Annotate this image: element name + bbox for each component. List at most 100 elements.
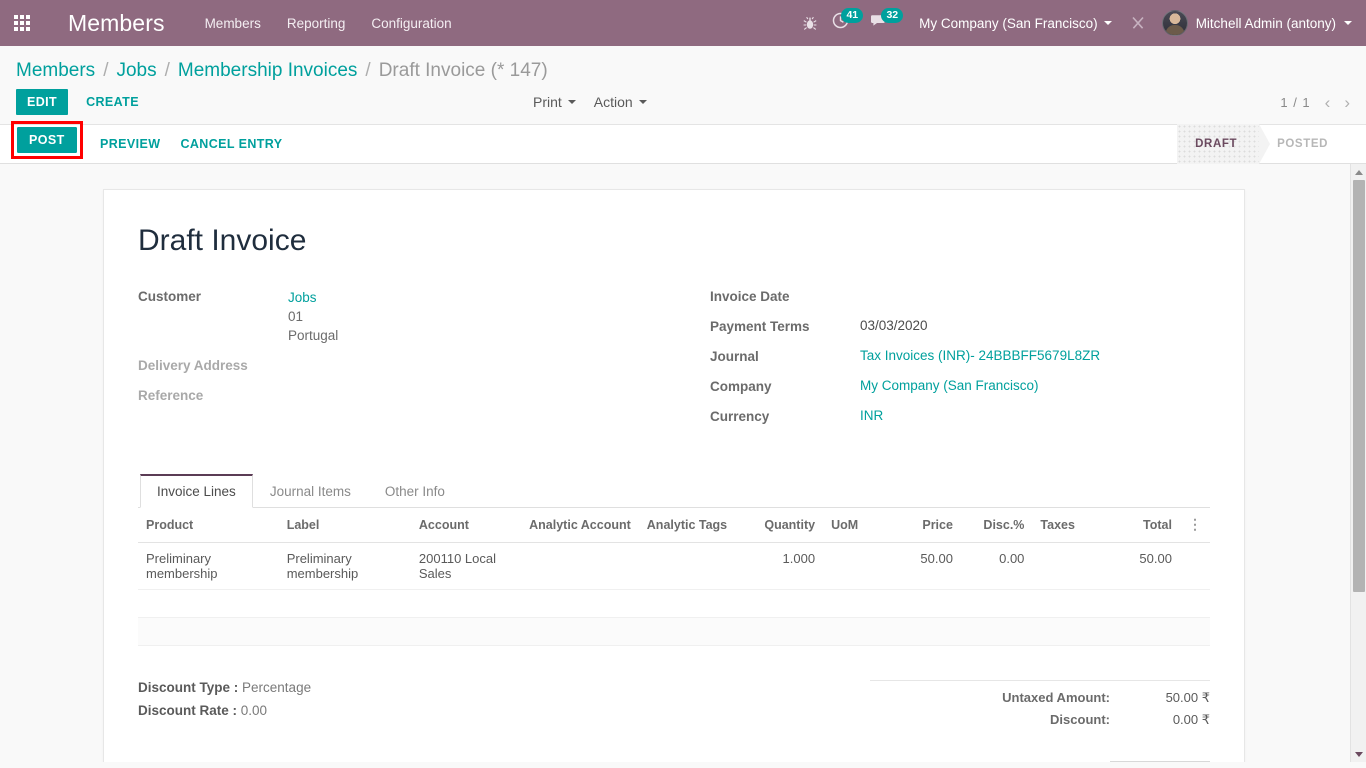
main-content-area: Draft Invoice Customer Jobs 01 Portugal … <box>0 164 1366 762</box>
app-brand-title: Members <box>68 9 165 36</box>
untaxed-amount-value: 50.00 ₹ <box>1165 690 1210 705</box>
cell-discount[interactable]: 0.00 <box>960 542 1033 590</box>
menu-item-reporting[interactable]: Reporting <box>287 16 346 31</box>
cell-account[interactable]: 200110 Local Sales <box>410 542 522 590</box>
breadcrumb-current: Draft Invoice (* 147) <box>378 60 548 81</box>
field-label-company: Company <box>710 379 772 394</box>
edit-button[interactable]: EDIT <box>16 89 69 115</box>
stage-statusbar: DRAFT POSTED <box>1177 124 1350 164</box>
company-switcher[interactable]: My Company (San Francisco) <box>905 16 1122 31</box>
print-dropdown[interactable]: Print <box>533 94 576 110</box>
cell-options <box>1179 542 1210 590</box>
record-pager: 1 / 1 ‹ › <box>1280 94 1350 111</box>
field-reference: Reference <box>138 387 674 411</box>
col-header-price[interactable]: Price <box>880 508 961 543</box>
chevron-down-icon <box>567 100 576 104</box>
discount-rate-line: Discount Rate : 0.00 <box>138 703 674 718</box>
table-row[interactable]: Preliminary membership Preliminary membe… <box>138 542 1210 590</box>
col-header-label[interactable]: Label <box>278 508 411 543</box>
breadcrumb-item-membership-invoices[interactable]: Membership Invoices <box>178 60 358 82</box>
preview-button[interactable]: PREVIEW <box>90 131 170 157</box>
customer-address-line-2: Portugal <box>288 328 339 343</box>
col-header-quantity[interactable]: Quantity <box>743 508 824 543</box>
control-panel-dropdowns: Print Action <box>533 94 647 110</box>
apps-grid-icon[interactable] <box>0 0 44 46</box>
stage-draft[interactable]: DRAFT <box>1177 124 1271 164</box>
discount-total-value: 0.00 ₹ <box>1172 712 1210 727</box>
customer-name-link[interactable]: Jobs <box>288 288 338 307</box>
cell-analytic-account[interactable] <box>521 542 639 590</box>
col-header-uom[interactable]: UoM <box>823 508 881 543</box>
col-header-taxes[interactable]: Taxes <box>1032 508 1107 543</box>
breadcrumb-item-jobs[interactable]: Jobs <box>116 60 156 82</box>
field-value-journal[interactable]: Tax Invoices (INR)- 24BBBFF5679L8ZR <box>860 348 1100 363</box>
field-currency: Currency INR <box>710 408 1210 432</box>
scroll-thumb[interactable] <box>1353 180 1365 592</box>
scissors-icon[interactable] <box>1122 0 1154 46</box>
bug-icon[interactable] <box>794 0 826 46</box>
cancel-entry-button[interactable]: CANCEL ENTRY <box>170 131 292 157</box>
action-dropdown[interactable]: Action <box>594 94 647 110</box>
stage-posted[interactable]: POSTED <box>1259 124 1350 164</box>
field-label-reference: Reference <box>138 388 204 403</box>
user-menu[interactable]: Mitchell Admin (antony) <box>1154 10 1352 36</box>
field-label-currency: Currency <box>710 409 770 424</box>
vertical-scrollbar[interactable] <box>1350 164 1366 762</box>
action-label: Action <box>593 94 633 110</box>
tab-journal-items[interactable]: Journal Items <box>253 474 368 508</box>
breadcrumb-item-members[interactable]: Members <box>16 60 95 82</box>
cell-product[interactable]: Preliminary membership <box>138 542 279 590</box>
field-delivery-address: Delivery Address <box>138 357 674 381</box>
control-panel: EDIT CREATE Print Action 1 / 1 ‹ › <box>0 82 1366 124</box>
company-name: My Company (San Francisco) <box>919 15 1098 31</box>
form-left-column: Customer Jobs 01 Portugal Delivery Addre… <box>138 288 674 438</box>
table-empty-row <box>138 617 1210 646</box>
col-header-account[interactable]: Account <box>410 508 522 543</box>
activities-menu[interactable]: 41 <box>826 0 865 46</box>
cell-analytic-tags[interactable] <box>638 542 744 590</box>
cell-uom[interactable] <box>823 542 881 590</box>
field-value-customer[interactable]: Jobs 01 Portugal <box>288 288 338 345</box>
col-header-analytic-account[interactable]: Analytic Account <box>521 508 639 543</box>
col-header-analytic-tags[interactable]: Analytic Tags <box>638 508 744 543</box>
chevron-left-icon[interactable]: ‹ <box>1325 94 1331 111</box>
scroll-down-arrow-icon[interactable] <box>1351 746 1366 762</box>
messages-menu[interactable]: 32 <box>865 0 905 46</box>
table-header-row: Product Label Account Analytic Account A… <box>138 508 1210 543</box>
menu-item-members[interactable]: Members <box>205 16 261 31</box>
breadcrumb-separator: / <box>365 60 371 81</box>
top-navbar: Members Members Reporting Configuration … <box>0 0 1366 46</box>
field-label-payment-terms: Payment Terms <box>710 319 810 334</box>
notebook-tabs: Invoice Lines Journal Items Other Info <box>138 474 1210 508</box>
col-header-total[interactable]: Total <box>1106 508 1180 543</box>
chevron-down-icon <box>1344 21 1352 25</box>
chevron-right-icon[interactable]: › <box>1344 94 1350 111</box>
menu-item-configuration[interactable]: Configuration <box>371 16 451 31</box>
tab-invoice-lines[interactable]: Invoice Lines <box>140 474 253 508</box>
column-options-icon[interactable]: ⋮ <box>1179 508 1210 543</box>
cell-quantity[interactable]: 1.000 <box>743 542 824 590</box>
cell-price[interactable]: 50.00 <box>880 542 961 590</box>
untaxed-amount-label: Untaxed Amount: <box>1002 690 1110 705</box>
field-value-company[interactable]: My Company (San Francisco) <box>860 378 1039 393</box>
cell-total[interactable]: 50.00 <box>1106 542 1180 590</box>
post-button[interactable]: POST <box>15 125 79 155</box>
field-label-invoice-date: Invoice Date <box>710 289 790 304</box>
col-header-product[interactable]: Product <box>138 508 279 543</box>
field-value-payment-terms[interactable]: 03/03/2020 <box>860 318 928 333</box>
create-button[interactable]: CREATE <box>76 89 149 115</box>
navbar-right-tools: 41 32 My Company (San Francisco) Mitchel… <box>794 0 1366 46</box>
field-invoice-date: Invoice Date <box>710 288 1210 312</box>
tab-other-info[interactable]: Other Info <box>368 474 462 508</box>
chevron-down-icon <box>1103 21 1112 25</box>
col-header-discount[interactable]: Disc.% <box>960 508 1033 543</box>
statusbar-actions: PREVIEW CANCEL ENTRY <box>90 131 292 157</box>
cell-taxes[interactable] <box>1032 542 1107 590</box>
field-value-currency[interactable]: INR <box>860 408 883 423</box>
field-label-journal: Journal <box>710 349 759 364</box>
discount-total-label: Discount: <box>1050 712 1110 727</box>
cell-label[interactable]: Preliminary membership <box>278 542 411 590</box>
scroll-up-arrow-icon[interactable] <box>1351 164 1366 180</box>
invoice-summary: Discount Type : Percentage Discount Rate… <box>138 680 1210 762</box>
field-payment-terms: Payment Terms 03/03/2020 <box>710 318 1210 342</box>
